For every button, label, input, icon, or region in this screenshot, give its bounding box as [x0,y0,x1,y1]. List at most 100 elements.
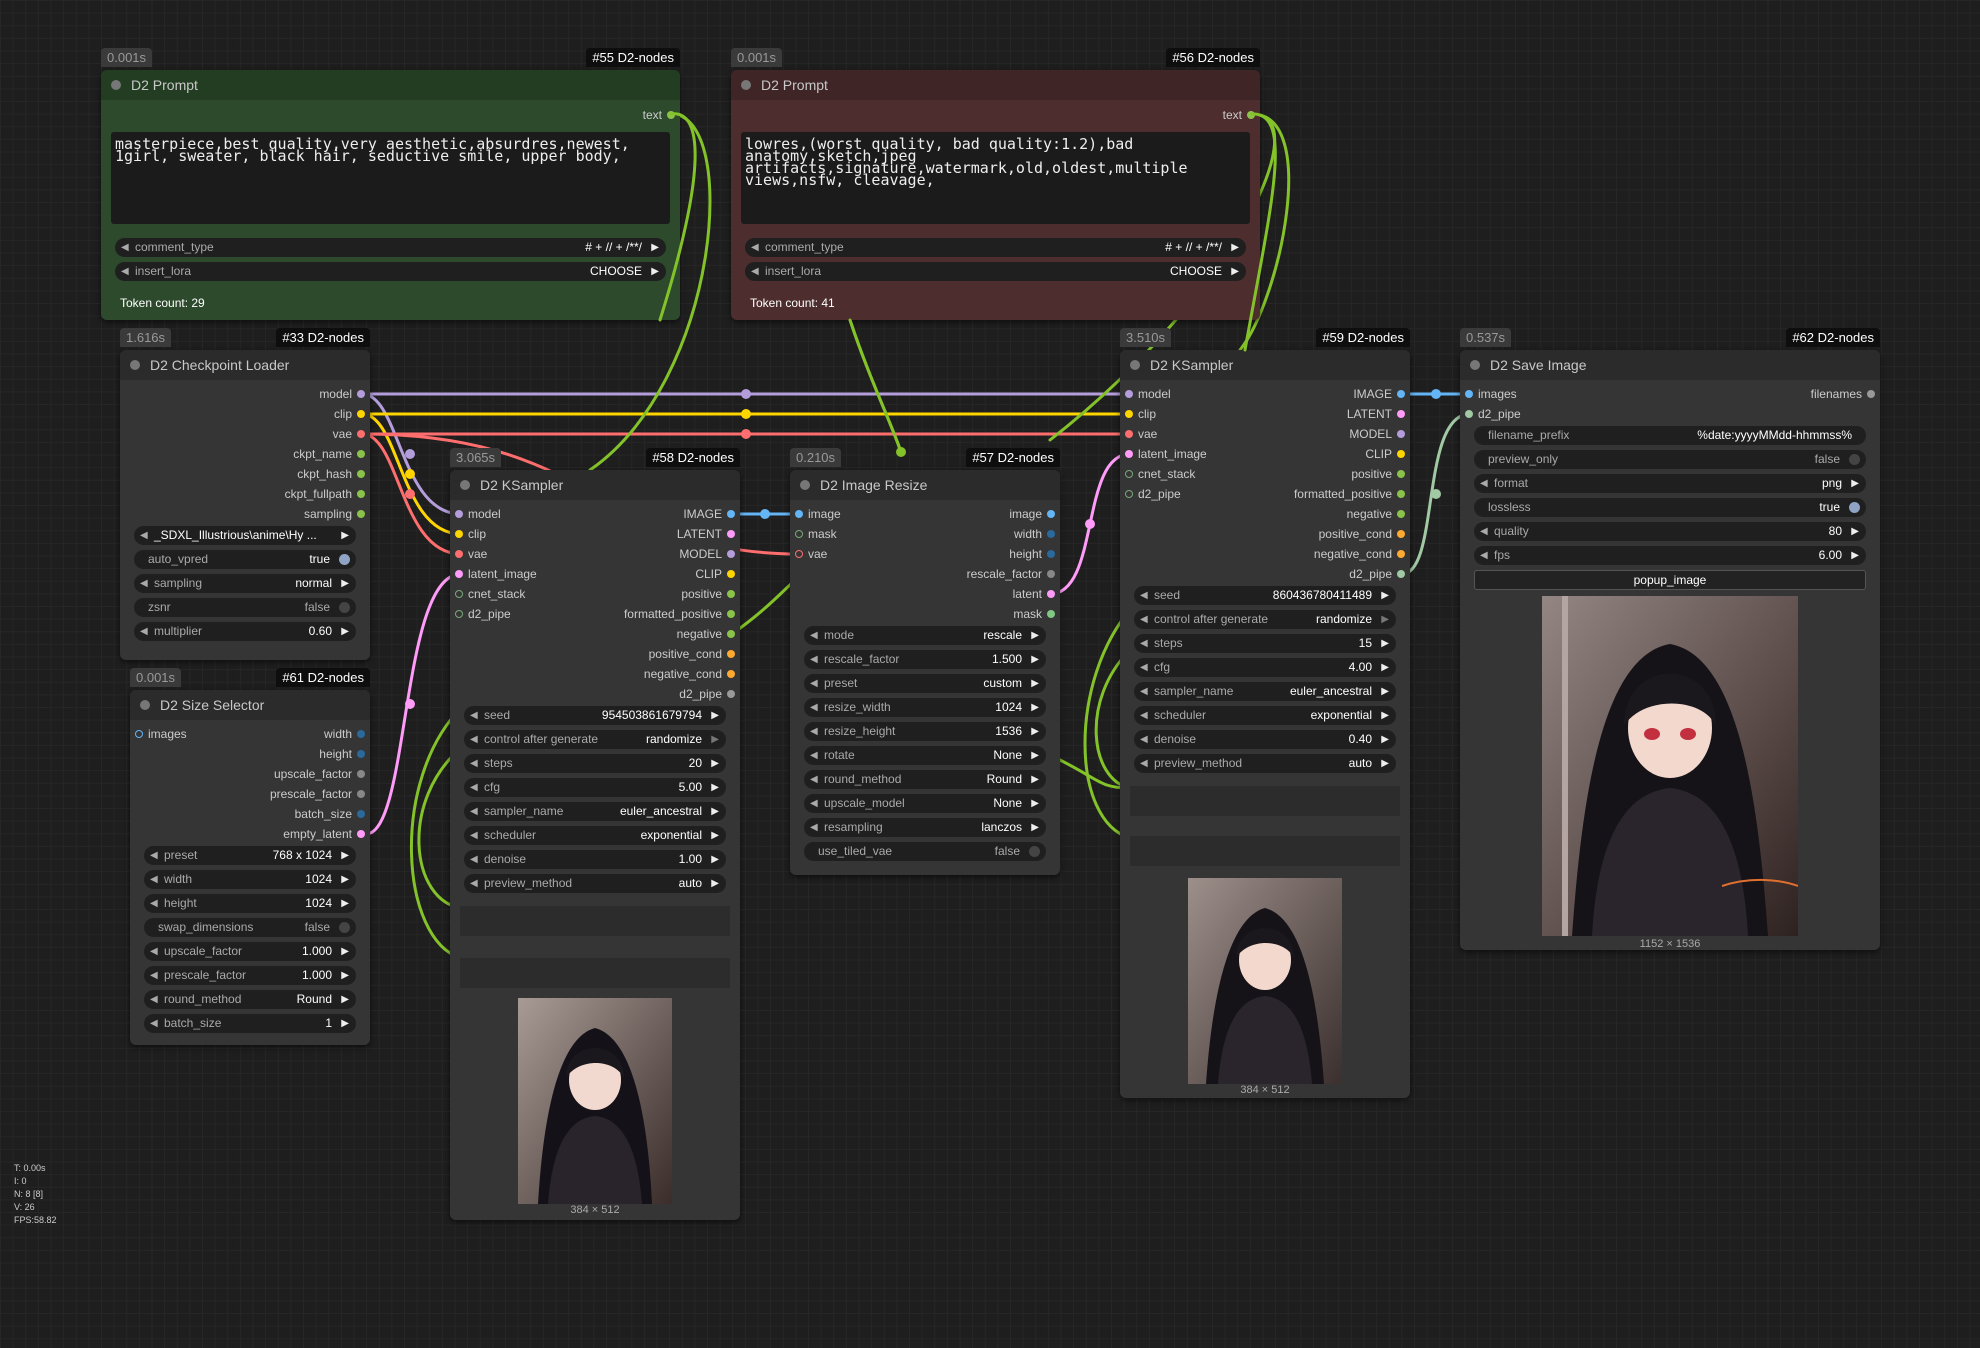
output-d2-pipe[interactable]: d2_pipe [1349,565,1410,583]
round-method-widget[interactable]: ◀ round_method Round ▶ [144,990,356,1009]
batch-size-widget[interactable]: ◀ batch_size 1 ▶ [144,1014,356,1033]
slot-dot-icon[interactable] [1397,550,1405,558]
slot-dot-icon[interactable] [1047,550,1055,558]
slot-dot-icon[interactable] [727,530,735,538]
prompt-textarea[interactable]: masterpiece,best quality,very aesthetic,… [111,132,670,224]
node-d2-ksampler-59[interactable]: 3.510s #59 D2-nodes D2 KSampler model cl… [1120,328,1410,1098]
slot-dot-icon[interactable] [1125,450,1133,458]
input-latent-image[interactable]: latent_image [1120,445,1207,463]
rescale-factor-widget[interactable]: ◀ rescale_factor 1.500 ▶ [804,650,1046,669]
output-image[interactable]: image [1009,505,1060,523]
swap-dimensions-toggle[interactable]: swap_dimensions false [144,918,356,937]
output-clip[interactable]: clip [334,405,370,423]
output-sampling[interactable]: sampling [304,505,370,523]
node-titlebar[interactable]: D2 KSampler [1120,350,1410,380]
arrow-right-icon[interactable]: ▶ [1031,650,1039,669]
converted-negative-input[interactable] [1130,836,1400,866]
arrow-left-icon[interactable]: ◀ [810,722,818,741]
slot-dot-icon[interactable] [357,450,365,458]
slot-dot-icon[interactable] [1867,390,1875,398]
slot-dot-icon[interactable] [1397,410,1405,418]
resize-width-widget[interactable]: ◀ resize_width 1024 ▶ [804,698,1046,717]
slot-dot-icon[interactable] [727,650,735,658]
output-filenames[interactable]: filenames [1811,385,1880,403]
node-d2-checkpoint-loader[interactable]: 1.616s #33 D2-nodes D2 Checkpoint Loader… [120,328,370,660]
slot-dot-icon[interactable] [1397,430,1405,438]
arrow-right-icon[interactable]: ▶ [1031,770,1039,789]
output-d2-pipe[interactable]: d2_pipe [679,685,740,703]
collapse-dot-icon[interactable] [800,480,810,490]
arrow-right-icon[interactable]: ▶ [1031,626,1039,645]
output-height[interactable]: height [319,745,370,763]
slot-dot-icon[interactable] [795,530,803,538]
slot-dot-icon[interactable] [357,410,365,418]
slot-dot-icon[interactable] [357,390,365,398]
arrow-right-icon[interactable]: ▶ [341,574,349,593]
slot-dot-icon[interactable] [727,550,735,558]
denoise-widget[interactable]: ◀ denoise 0.40 ▶ [1134,730,1396,749]
arrow-left-icon[interactable]: ◀ [1140,682,1148,701]
popup-image-button[interactable]: popup_image [1474,570,1866,590]
arrow-left-icon[interactable]: ◀ [121,238,129,257]
arrow-left-icon[interactable]: ◀ [150,990,158,1009]
output-ckpt-fullpath[interactable]: ckpt_fullpath [285,485,370,503]
rotate-widget[interactable]: ◀ rotate None ▶ [804,746,1046,765]
slot-dot-icon[interactable] [795,510,803,518]
denoise-widget[interactable]: ◀ denoise 1.00 ▶ [464,850,726,869]
arrow-left-icon[interactable]: ◀ [1480,522,1488,541]
height-widget[interactable]: ◀ height 1024 ▶ [144,894,356,913]
collapse-dot-icon[interactable] [1470,360,1480,370]
arrow-left-icon[interactable]: ◀ [810,698,818,717]
output-negative-cond[interactable]: negative_cond [1314,545,1410,563]
node-d2-save-image[interactable]: 0.537s #62 D2-nodes D2 Save Image images… [1460,328,1880,950]
output-empty-latent[interactable]: empty_latent [283,825,370,843]
input-d2-pipe[interactable]: d2_pipe [1460,405,1521,423]
arrow-left-icon[interactable]: ◀ [140,574,148,593]
preset-widget[interactable]: ◀ preset custom ▶ [804,674,1046,693]
control-after-generate-widget[interactable]: ◀ control after generate randomize ▶ [1134,610,1396,629]
output-model[interactable]: MODEL [1349,425,1410,443]
output-formatted-positive[interactable]: formatted_positive [1294,485,1410,503]
output-width[interactable]: width [1014,525,1060,543]
cfg-widget[interactable]: ◀ cfg 5.00 ▶ [464,778,726,797]
output-positive[interactable]: positive [681,585,740,603]
slot-dot-icon[interactable] [727,630,735,638]
round-method-widget[interactable]: ◀ round_method Round ▶ [804,770,1046,789]
resampling-widget[interactable]: ◀ resampling lanczos ▶ [804,818,1046,837]
input-model[interactable]: model [1120,385,1171,403]
arrow-left-icon[interactable]: ◀ [150,966,158,985]
input-image[interactable]: image [790,505,841,523]
arrow-left-icon[interactable]: ◀ [810,794,818,813]
output-ckpt-name[interactable]: ckpt_name [293,445,370,463]
arrow-left-icon[interactable]: ◀ [470,730,478,749]
slot-dot-icon[interactable] [727,610,735,618]
arrow-left-icon[interactable]: ◀ [150,894,158,913]
slot-dot-icon[interactable] [1047,570,1055,578]
arrow-right-icon[interactable]: ▶ [341,622,349,641]
output-height[interactable]: height [1009,545,1060,563]
width-widget[interactable]: ◀ width 1024 ▶ [144,870,356,889]
preset-widget[interactable]: ◀ preset 768 x 1024 ▶ [144,846,356,865]
arrow-left-icon[interactable]: ◀ [140,622,148,641]
output-text[interactable]: text [643,106,680,124]
output-clip[interactable]: CLIP [695,565,740,583]
preview-method-widget[interactable]: ◀ preview_method auto ▶ [1134,754,1396,773]
slot-dot-icon[interactable] [667,111,675,119]
input-mask[interactable]: mask [790,525,837,543]
arrow-right-icon[interactable]: ▶ [1231,262,1239,281]
input-d2-pipe[interactable]: d2_pipe [450,605,511,623]
arrow-left-icon[interactable]: ◀ [810,626,818,645]
slot-dot-icon[interactable] [1397,470,1405,478]
slot-dot-icon[interactable] [455,510,463,518]
output-clip[interactable]: CLIP [1365,445,1410,463]
input-d2-pipe[interactable]: d2_pipe [1120,485,1181,503]
zsnr-toggle[interactable]: zsnr false [134,598,356,617]
arrow-left-icon[interactable]: ◀ [1140,610,1148,629]
arrow-left-icon[interactable]: ◀ [1140,634,1148,653]
converted-positive-input[interactable] [460,906,730,936]
node-d2-image-resize[interactable]: 0.210s #57 D2-nodes D2 Image Resize imag… [790,448,1060,875]
slot-dot-icon[interactable] [1465,410,1473,418]
output-formatted-positive[interactable]: formatted_positive [624,605,740,623]
upscale-model-widget[interactable]: ◀ upscale_model None ▶ [804,794,1046,813]
slot-dot-icon[interactable] [1125,410,1133,418]
